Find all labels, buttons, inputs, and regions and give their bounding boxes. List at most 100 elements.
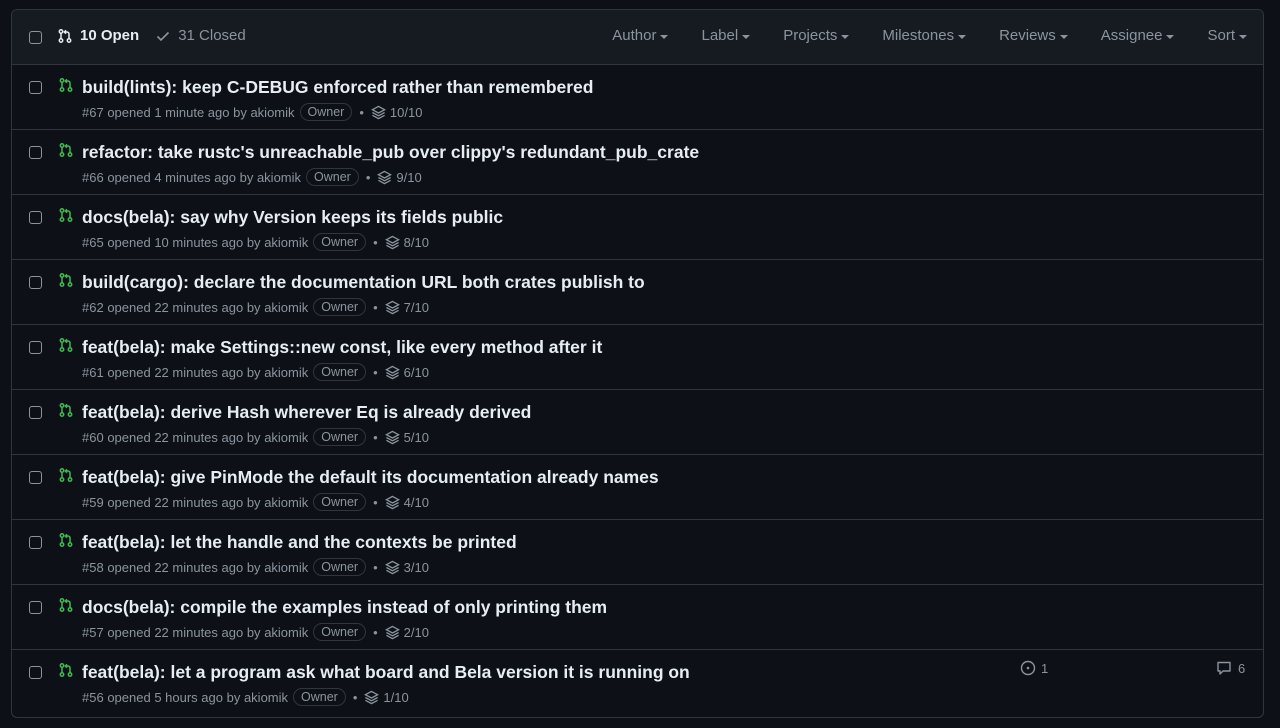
pr-row: build(lints): keep C-DEBUG enforced rath… [12, 65, 1263, 130]
pr-title-link[interactable]: feat(bela): derive Hash wherever Eq is a… [82, 402, 531, 423]
task-progress[interactable]: 8/10 [384, 235, 429, 250]
row-checkbox[interactable] [29, 666, 42, 679]
pr-opened-text: opened 5 hours ago by [107, 689, 241, 705]
caret-down-icon [958, 34, 967, 39]
pr-title-link[interactable]: build(lints): keep C-DEBUG enforced rath… [82, 77, 593, 98]
separator-dot: • [373, 624, 378, 640]
owner-badge: Owner [299, 103, 353, 121]
filter-label: Sort [1207, 27, 1235, 44]
pr-title-link[interactable]: feat(bela): make Settings::new const, li… [82, 337, 602, 358]
task-progress[interactable]: 7/10 [384, 300, 429, 315]
pr-title-link[interactable]: docs(bela): say why Version keeps its fi… [82, 207, 503, 228]
pr-title-link[interactable]: refactor: take rustc's unreachable_pub o… [82, 142, 699, 163]
pr-opened-text: opened 4 minutes ago by [107, 169, 254, 185]
row-checkbox[interactable] [29, 146, 42, 159]
pr-author-link[interactable]: akiomik [257, 170, 301, 185]
task-progress[interactable]: 10/10 [370, 105, 422, 120]
pull-request-icon [58, 28, 72, 43]
filter-label: Projects [783, 27, 838, 44]
filter-milestones[interactable]: Milestones [882, 27, 967, 44]
tab-open[interactable]: 10 Open [57, 27, 139, 44]
task-progress-label: 9/10 [396, 169, 422, 185]
tab-closed[interactable]: 31 Closed [155, 27, 246, 44]
task-progress-label: 6/10 [403, 364, 429, 380]
task-progress-label: 4/10 [403, 494, 429, 510]
owner-badge: Owner [293, 688, 346, 706]
open-pull-request-icon [59, 598, 73, 612]
state-tabs: 10 Open 31 Closed [57, 27, 246, 44]
pr-author-link[interactable]: akiomik [264, 495, 308, 510]
pr-number: #58 [82, 559, 104, 575]
row-checkbox[interactable] [29, 211, 42, 224]
row-checkbox[interactable] [29, 601, 42, 614]
pr-author-link[interactable]: akiomik [264, 365, 308, 380]
filter-sort[interactable]: Sort [1207, 27, 1247, 44]
task-progress-label: 2/10 [403, 624, 429, 640]
stack-icon [364, 690, 380, 704]
separator-dot: • [359, 104, 364, 120]
pr-author-link[interactable]: akiomik [264, 430, 308, 445]
separator-dot: • [373, 364, 378, 380]
row-checkbox[interactable] [29, 471, 42, 484]
pr-title-link[interactable]: build(cargo): declare the documentation … [82, 272, 645, 293]
caret-down-icon [1059, 34, 1068, 39]
open-pull-request-icon [59, 468, 73, 482]
select-all-checkbox[interactable] [29, 30, 42, 44]
pr-author-link[interactable]: akiomik [264, 625, 308, 640]
task-progress[interactable]: 5/10 [384, 430, 429, 445]
filter-projects[interactable]: Projects [783, 27, 850, 44]
pr-title-link[interactable]: feat(bela): let a program ask what board… [82, 662, 690, 683]
task-progress[interactable]: 6/10 [384, 364, 429, 380]
filter-assignee[interactable]: Assignee [1101, 27, 1175, 44]
task-progress[interactable]: 4/10 [384, 494, 429, 510]
pr-rows: build(lints): keep C-DEBUG enforced rath… [12, 65, 1263, 714]
linked-issues[interactable]: 1 [1020, 660, 1048, 676]
pr-number: #62 [82, 299, 104, 315]
row-checkbox[interactable] [29, 341, 42, 354]
task-progress[interactable]: 9/10 [377, 169, 422, 185]
comment-count: 6 [1238, 660, 1246, 676]
task-progress[interactable]: 3/10 [384, 559, 429, 575]
pr-opened-text: opened 22 minutes ago by [107, 429, 261, 445]
filter-label: Assignee [1100, 27, 1163, 44]
caret-down-icon [1239, 34, 1247, 39]
pr-number: #56 [82, 689, 104, 705]
pr-title-link[interactable]: feat(bela): give PinMode the default its… [82, 467, 659, 488]
task-progress[interactable]: 1/10 [364, 690, 409, 705]
pr-row: build(cargo): declare the documentation … [12, 260, 1263, 325]
owner-badge: Owner [306, 168, 359, 186]
row-checkbox[interactable] [29, 276, 42, 289]
task-progress[interactable]: 2/10 [384, 624, 429, 640]
filter-reviews[interactable]: Reviews [999, 27, 1068, 44]
stack-icon [377, 170, 393, 184]
pr-author-link[interactable]: akiomik [264, 560, 308, 575]
pr-meta: #65 opened 10 minutes ago by akiomik Own… [82, 233, 429, 251]
task-progress-label: 3/10 [403, 559, 429, 575]
row-checkbox[interactable] [29, 536, 42, 549]
stack-icon [384, 625, 400, 639]
pr-author-link[interactable]: akiomik [264, 300, 308, 315]
owner-badge: Owner [313, 363, 367, 381]
row-checkbox[interactable] [29, 81, 42, 94]
pr-title-link[interactable]: feat(bela): let the handle and the conte… [82, 532, 517, 553]
linked-issues-count: 1 [1041, 660, 1049, 676]
owner-badge: Owner [313, 558, 367, 576]
pr-author-link[interactable]: akiomik [250, 105, 294, 120]
separator-dot: • [373, 494, 378, 510]
pr-number: #67 [82, 104, 104, 120]
pr-author-link[interactable]: akiomik [264, 235, 308, 250]
owner-badge: Owner [313, 428, 367, 446]
pr-title-link[interactable]: docs(bela): compile the examples instead… [82, 597, 607, 618]
filter-label[interactable]: Label [701, 27, 751, 44]
stack-icon [384, 495, 400, 509]
pr-opened-text: opened 10 minutes ago by [107, 234, 261, 250]
filter-author[interactable]: Author [612, 27, 669, 44]
pr-number: #61 [82, 364, 104, 380]
caret-down-icon [660, 34, 669, 39]
comments-link[interactable]: 6 [1216, 660, 1245, 676]
pr-meta: #60 opened 22 minutes ago by akiomik Own… [82, 428, 429, 446]
pr-meta: #62 opened 22 minutes ago by akiomik Own… [82, 298, 429, 316]
pr-meta: #59 opened 22 minutes ago by akiomik Own… [82, 493, 429, 511]
pr-author-link[interactable]: akiomik [244, 690, 288, 705]
row-checkbox[interactable] [29, 406, 42, 419]
